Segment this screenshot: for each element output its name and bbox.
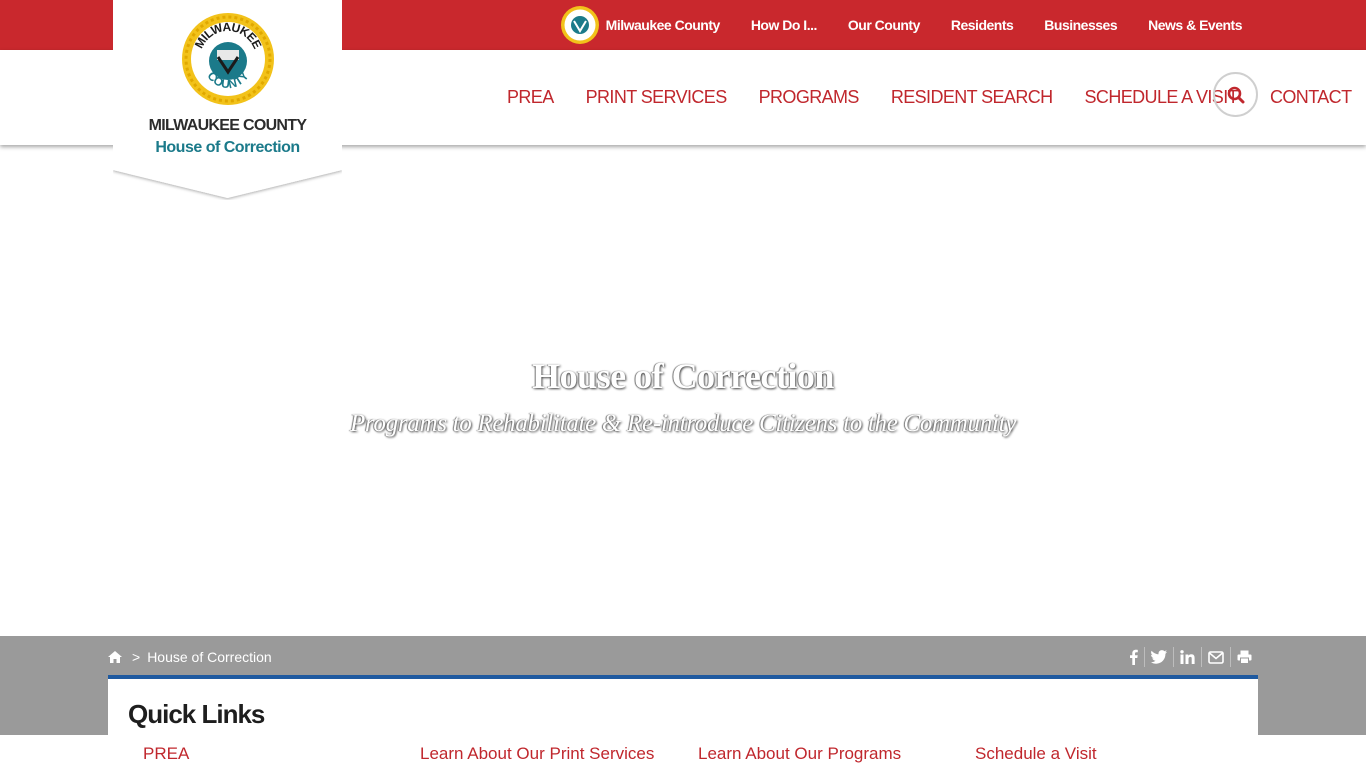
email-icon bbox=[1208, 650, 1224, 664]
county-seal-icon[interactable] bbox=[560, 5, 600, 45]
nav-print-services[interactable]: PRINT SERVICES bbox=[586, 87, 728, 108]
topnav-how-do-i[interactable]: How Do I... bbox=[751, 17, 818, 33]
county-seal-logo: MILWAUKEE COUNTY bbox=[182, 13, 274, 105]
breadcrumb-separator: > bbox=[132, 649, 141, 665]
hero-title: House of Correction bbox=[532, 356, 834, 396]
quick-link-programs[interactable]: Learn About Our Programs bbox=[698, 744, 901, 764]
topnav-our-county[interactable]: Our County bbox=[848, 17, 921, 33]
linkedin-share-button[interactable] bbox=[1173, 647, 1201, 667]
home-icon[interactable] bbox=[108, 651, 122, 663]
quick-links-title: Quick Links bbox=[128, 699, 265, 729]
top-utility-nav: Milwaukee County How Do I... Our County … bbox=[560, 0, 1242, 50]
quick-link-schedule-visit[interactable]: Schedule a Visit bbox=[975, 744, 1097, 764]
twitter-share-button[interactable] bbox=[1144, 647, 1173, 667]
nav-contact[interactable]: CONTACT bbox=[1270, 87, 1352, 108]
search-icon bbox=[1227, 86, 1244, 103]
breadcrumb-current: House of Correction bbox=[147, 649, 272, 665]
breadcrumb: > House of Correction bbox=[108, 648, 272, 666]
logo-department-name: House of Correction bbox=[155, 139, 300, 156]
facebook-icon bbox=[1130, 649, 1138, 665]
linkedin-icon bbox=[1180, 650, 1195, 664]
email-share-button[interactable] bbox=[1201, 647, 1230, 667]
share-tools bbox=[1123, 647, 1258, 667]
quick-links-list: PREA Learn About Our Print Services Lear… bbox=[0, 735, 1366, 768]
hero-subtitle: Programs to Rehabilitate & Re-introduce … bbox=[349, 410, 1017, 437]
twitter-icon bbox=[1151, 650, 1167, 664]
nav-resident-search[interactable]: RESIDENT SEARCH bbox=[891, 87, 1053, 108]
topnav-milwaukee-county[interactable]: Milwaukee County bbox=[606, 17, 721, 33]
logo-county-name: MILWAUKEE COUNTY bbox=[148, 117, 307, 134]
facebook-share-button[interactable] bbox=[1123, 647, 1144, 667]
topnav-businesses[interactable]: Businesses bbox=[1044, 17, 1117, 33]
nav-prea[interactable]: PREA bbox=[507, 87, 554, 108]
hero-banner: House of Correction Programs to Rehabili… bbox=[0, 145, 1366, 636]
site-logo[interactable]: MILWAUKEE COUNTY MILWAUKEE COUNTY House … bbox=[113, 0, 342, 200]
print-button[interactable] bbox=[1230, 647, 1258, 667]
quick-links-panel: Quick Links bbox=[108, 675, 1258, 735]
topnav-news-events[interactable]: News & Events bbox=[1148, 17, 1242, 33]
quick-link-print-services[interactable]: Learn About Our Print Services bbox=[420, 744, 654, 764]
search-button[interactable] bbox=[1213, 72, 1258, 117]
quick-link-prea[interactable]: PREA bbox=[143, 744, 189, 764]
nav-programs[interactable]: PROGRAMS bbox=[759, 87, 860, 108]
print-icon bbox=[1237, 650, 1252, 664]
topnav-residents[interactable]: Residents bbox=[951, 17, 1014, 33]
